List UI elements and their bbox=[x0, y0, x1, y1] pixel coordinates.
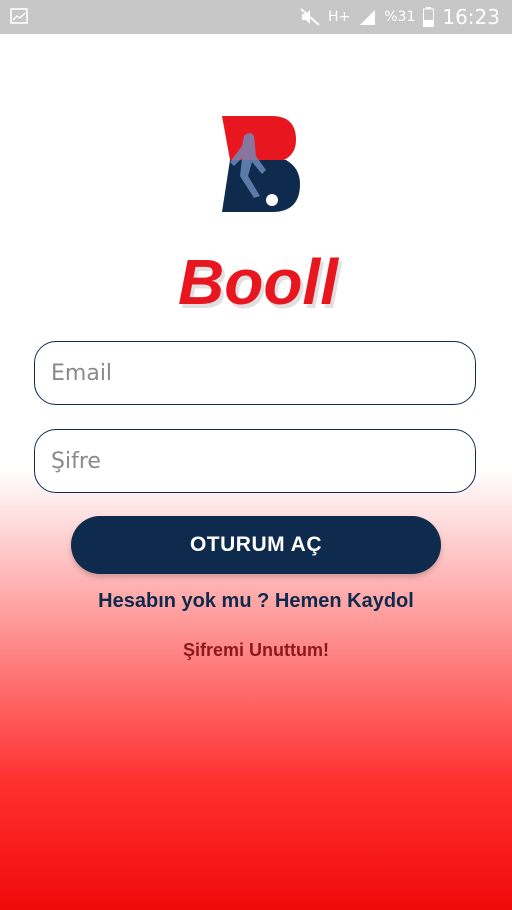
mute-icon bbox=[300, 8, 320, 26]
login-button[interactable]: OTURUM AÇ bbox=[71, 516, 441, 574]
network-h-plus-icon: H+ bbox=[327, 9, 351, 25]
email-field[interactable] bbox=[34, 341, 476, 405]
brand-wordmark: Booll Booll bbox=[172, 230, 342, 322]
signup-link[interactable]: Hesabın yok mu ? Hemen Kaydol bbox=[0, 590, 512, 613]
app-logo-icon bbox=[190, 96, 320, 226]
svg-text:Booll: Booll bbox=[178, 246, 339, 318]
forgot-password-link[interactable]: Şifremi Unuttum! bbox=[0, 640, 512, 661]
status-time: 16:23 bbox=[442, 5, 500, 29]
battery-percent: %31 bbox=[384, 9, 416, 25]
battery-icon bbox=[423, 7, 435, 27]
status-bar: H+ %31 16:23 bbox=[0, 0, 512, 34]
status-bar-right: H+ %31 16:23 bbox=[300, 0, 500, 34]
image-icon bbox=[10, 8, 28, 24]
password-input[interactable] bbox=[35, 430, 475, 492]
password-field[interactable] bbox=[34, 429, 476, 493]
signal-icon bbox=[360, 10, 376, 25]
email-input[interactable] bbox=[35, 342, 475, 404]
